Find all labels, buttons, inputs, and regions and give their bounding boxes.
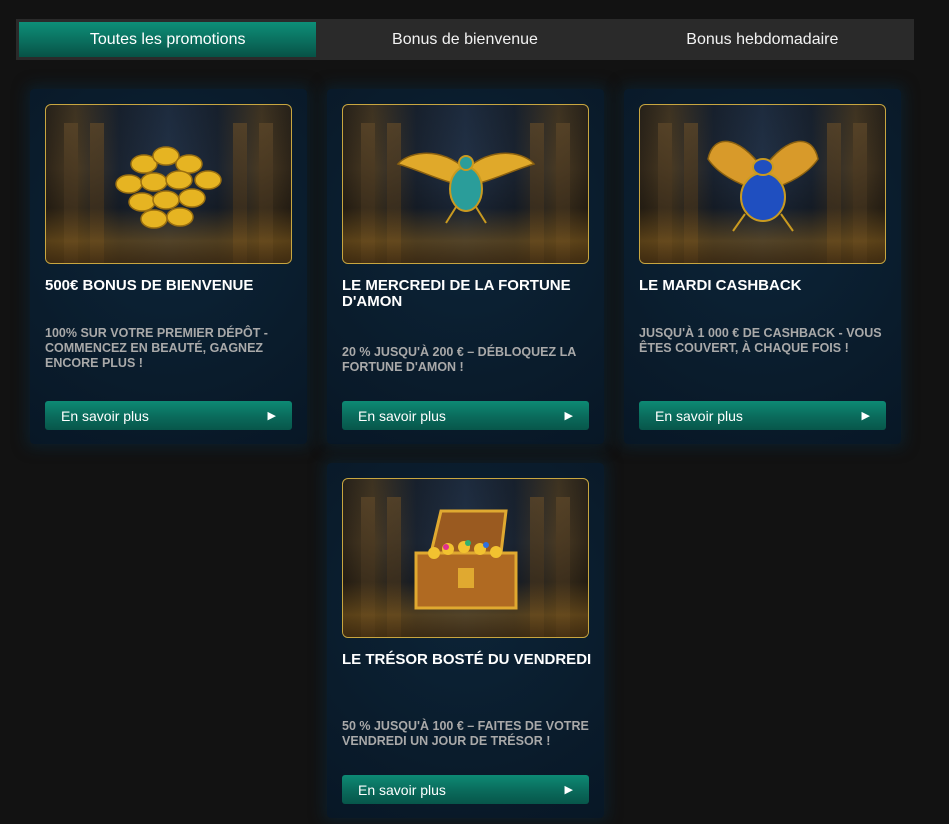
promotion-tabs: Toutes les promotions Bonus de bienvenue… <box>16 19 914 60</box>
button-label: En savoir plus <box>61 407 149 424</box>
play-arrow-icon: ▶ <box>564 784 573 796</box>
promo-card-tuesday: LE MARDI CASHBACK JUSQU'À 1 000 € DE CAS… <box>624 89 901 444</box>
golden-scarab-icon <box>396 152 535 224</box>
promo-card-wednesday: LE MERCREDI DE LA FORTUNE D'AMON 20 % JU… <box>327 89 604 444</box>
treasure-chest-icon <box>414 509 517 610</box>
play-arrow-icon: ▶ <box>861 410 870 422</box>
blue-scarab-icon <box>706 140 819 232</box>
gold-coins-icon <box>114 146 222 229</box>
treasure-chest-image <box>342 478 589 638</box>
promo-card-friday: LE TRÉSOR BOSTÉ DU VENDREDI 50 % JUSQU'À… <box>327 463 604 818</box>
gold-coins-image <box>45 104 292 264</box>
play-arrow-icon: ▶ <box>564 410 573 422</box>
tab-all-promotions[interactable]: Toutes les promotions <box>19 22 317 57</box>
card-title: LE TRÉSOR BOSTÉ DU VENDREDI <box>342 651 592 668</box>
card-title: LE MERCREDI DE LA FORTUNE D'AMON <box>342 277 571 310</box>
tab-welcome-bonus[interactable]: Bonus de bienvenue <box>316 22 613 57</box>
card-description: 20 % JUSQU'À 200 € – DÉBLOQUEZ LA FORTUN… <box>342 345 576 374</box>
card-description: 50 % JUSQU'À 100 € – FAITES DE VOTRE VEN… <box>342 719 589 748</box>
button-label: En savoir plus <box>358 407 446 424</box>
card-title: 500€ BONUS DE BIENVENUE <box>45 277 254 294</box>
button-label: En savoir plus <box>358 781 446 798</box>
blue-scarab-image <box>639 104 886 264</box>
play-arrow-icon: ▶ <box>267 410 276 422</box>
learn-more-button[interactable]: En savoir plus ▶ <box>342 401 589 430</box>
golden-scarab-image <box>342 104 589 264</box>
button-label: En savoir plus <box>655 407 743 424</box>
card-description: JUSQU'À 1 000 € DE CASHBACK - VOUS ÊTES … <box>639 326 882 355</box>
learn-more-button[interactable]: En savoir plus ▶ <box>45 401 292 430</box>
promo-card-welcome: 500€ BONUS DE BIENVENUE 100% SUR VOTRE P… <box>30 89 307 444</box>
tab-weekly-bonus[interactable]: Bonus hebdomadaire <box>614 22 911 57</box>
learn-more-button[interactable]: En savoir plus ▶ <box>342 775 589 804</box>
card-description: 100% SUR VOTRE PREMIER DÉPÔT - COMMENCEZ… <box>45 326 268 370</box>
learn-more-button[interactable]: En savoir plus ▶ <box>639 401 886 430</box>
card-title: LE MARDI CASHBACK <box>639 277 802 294</box>
